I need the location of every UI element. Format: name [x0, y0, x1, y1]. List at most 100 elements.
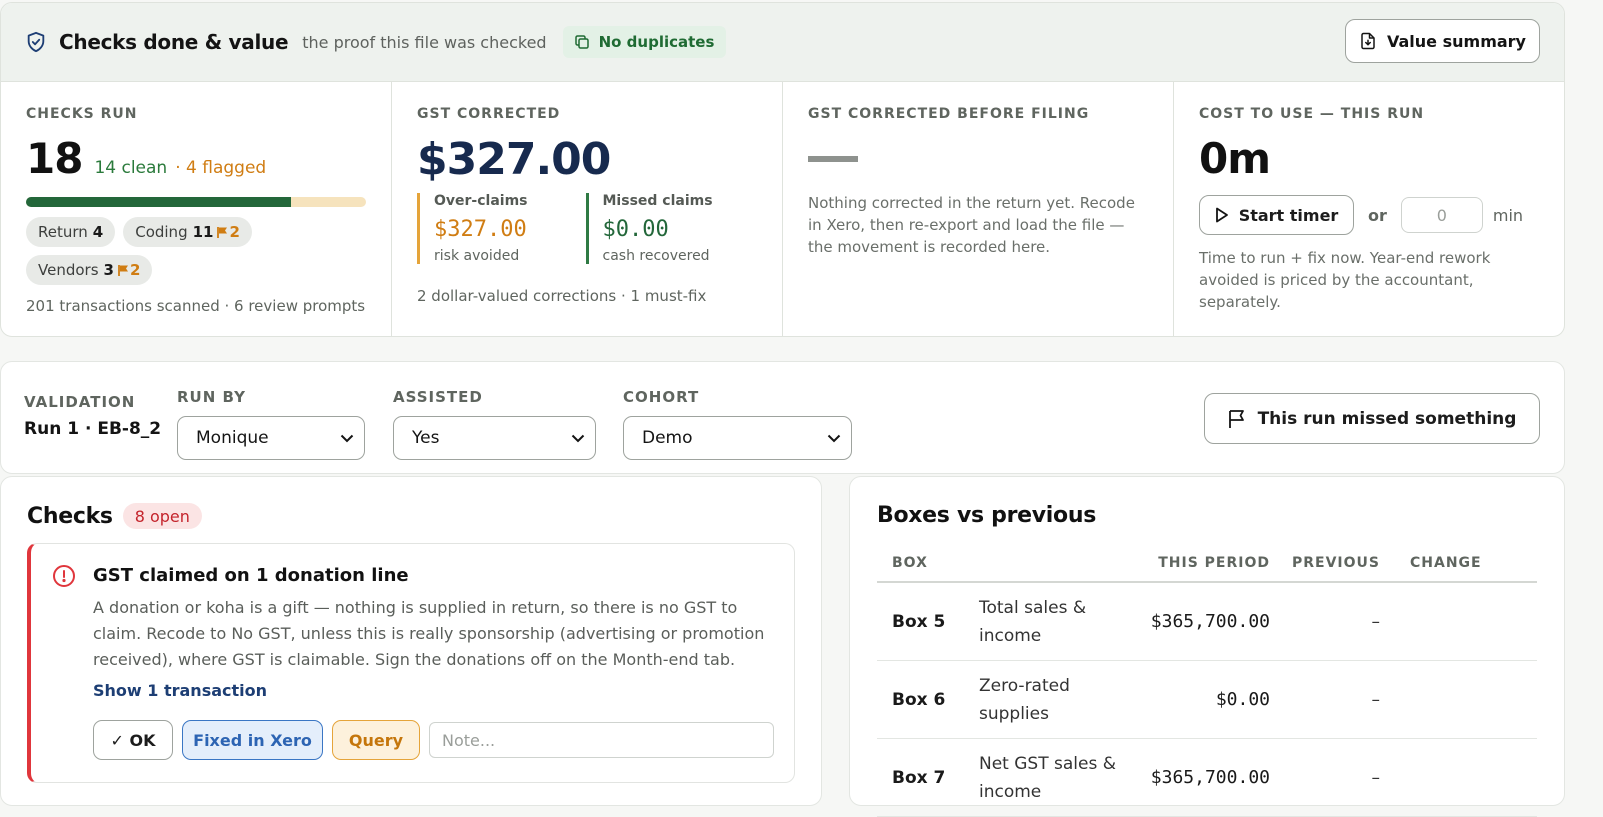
assisted-value: Yes	[412, 428, 440, 448]
over-claims-desc: risk avoided	[434, 248, 520, 264]
stats-row: CHECKS RUN 18 14 clean · 4 flagged Retur…	[1, 82, 1564, 336]
flagged-count: · 4 flagged	[175, 158, 267, 178]
show-transaction-link[interactable]: Show 1 transaction	[93, 681, 267, 700]
checks-card: Checks 8 open GST claimed on 1 donation …	[0, 476, 822, 806]
table-row: Box 6 Zero-rated supplies $0.00 –	[877, 661, 1537, 739]
checks-run-footer: 201 transactions scanned · 6 review prom…	[26, 297, 366, 315]
over-claims-title: Over-claims	[434, 193, 528, 209]
checks-run-label: CHECKS RUN	[26, 106, 138, 122]
flag-outline-icon	[1228, 409, 1244, 428]
header-change: CHANGE	[1410, 555, 1482, 571]
missed-claims-desc: cash recovered	[602, 248, 710, 264]
empty-value-dash	[808, 156, 858, 162]
assisted-select[interactable]: Yes	[393, 416, 596, 460]
checks-progress-bar	[26, 197, 366, 207]
checks-value-card: Checks done & value the proof this file …	[0, 2, 1565, 337]
row-previous: –	[1371, 689, 1381, 710]
chevron-down-icon	[340, 434, 354, 442]
assisted-label: ASSISTED	[393, 388, 483, 406]
pill-count: 4	[92, 223, 104, 241]
check-category-pills: Return 4 Coding 11 2 Vendors 3 2	[26, 217, 366, 285]
run-by-label: RUN BY	[177, 388, 246, 406]
table-row: Box 7 Net GST sales & income $365,700.00…	[877, 739, 1537, 817]
gst-corrected-stat: GST CORRECTED $327.00 Over-claims $327.0…	[392, 82, 783, 336]
cost-stat: COST TO USE — THIS RUN 0m Start timer or…	[1174, 82, 1564, 336]
cohort-label: COHORT	[623, 388, 700, 406]
pill-name: Return	[38, 223, 88, 241]
value-summary-button[interactable]: Value summary	[1345, 19, 1540, 63]
query-button[interactable]: Query	[332, 720, 420, 760]
fixed-in-xero-button[interactable]: Fixed in Xero	[182, 720, 323, 760]
checks-progress-fill	[26, 197, 292, 207]
row-box: Box 6	[892, 689, 946, 710]
file-download-icon	[1361, 32, 1375, 50]
missed-claims-stat: Missed claims $0.00 cash recovered	[585, 193, 758, 264]
validation-label: VALIDATION	[24, 393, 136, 411]
clean-count: 14 clean	[94, 158, 168, 178]
boxes-table: BOX THIS PERIOD PREVIOUS CHANGE Box 5 To…	[877, 545, 1537, 817]
flag-icon	[217, 226, 228, 238]
run-by-value: Monique	[196, 428, 269, 448]
pill-count: 11	[192, 223, 214, 241]
run-by-group: RUN BY Monique	[177, 388, 365, 460]
row-desc: Total sales & income	[979, 597, 1087, 646]
row-this-period: $0.00	[1215, 689, 1270, 710]
row-this-period: $365,700.00	[1150, 611, 1270, 632]
header-box: BOX	[892, 555, 928, 571]
validation-group: VALIDATION Run 1 · EB-8_2	[24, 393, 161, 439]
start-timer-button[interactable]: Start timer	[1199, 195, 1354, 235]
start-timer-label: Start timer	[1238, 205, 1339, 225]
pill-flag-number: 2	[229, 223, 240, 241]
pill-return[interactable]: Return 4	[26, 217, 116, 247]
alert-title: GST claimed on 1 donation line	[93, 565, 409, 586]
run-missed-label: This run missed something	[1257, 408, 1517, 429]
ok-button[interactable]: ✓ OK	[93, 720, 173, 760]
pill-count: 3	[103, 261, 114, 279]
page-title: Checks done & value	[59, 30, 289, 54]
checks-run-stat: CHECKS RUN 18 14 clean · 4 flagged Retur…	[1, 82, 392, 336]
chevron-down-icon	[827, 434, 841, 442]
gst-corrected-label: GST CORRECTED	[417, 106, 561, 122]
pill-flag-count: 2	[217, 223, 240, 241]
cohort-value: Demo	[642, 428, 693, 448]
cohort-select[interactable]: Demo	[623, 416, 852, 460]
assisted-group: ASSISTED Yes	[393, 388, 596, 460]
chevron-down-icon	[571, 434, 585, 442]
min-label: min	[1492, 205, 1524, 225]
validation-run: Run 1 · EB-8_2	[24, 419, 162, 439]
row-previous: –	[1371, 611, 1381, 632]
cost-note: Time to run + fix now. Year-end rework a…	[1199, 249, 1491, 311]
gst-before-filing-note: Nothing corrected in the return yet. Rec…	[808, 194, 1135, 256]
pill-coding[interactable]: Coding 11 2	[123, 217, 252, 247]
check-alert: GST claimed on 1 donation line A donatio…	[27, 543, 795, 783]
alert-circle-icon	[53, 565, 75, 587]
card-header: Checks done & value the proof this file …	[1, 3, 1564, 82]
gst-before-filing-stat: GST CORRECTED BEFORE FILING Nothing corr…	[783, 82, 1174, 336]
play-icon	[1215, 207, 1228, 223]
flag-icon	[118, 264, 128, 276]
note-input[interactable]: Note...	[429, 722, 774, 758]
run-by-select[interactable]: Monique	[177, 416, 365, 460]
row-desc: Net GST sales & income	[979, 753, 1116, 802]
gst-corrected-footer: 2 dollar-valued corrections · 1 must-fix	[417, 287, 707, 305]
or-label: or	[1368, 205, 1387, 225]
validation-bar: VALIDATION Run 1 · EB-8_2 RUN BY Monique…	[0, 361, 1565, 474]
cost-value: 0m	[1199, 134, 1271, 183]
row-box: Box 5	[892, 611, 946, 632]
minutes-input[interactable]: 0	[1400, 197, 1483, 233]
page-subtitle: the proof this file was checked	[302, 32, 547, 52]
table-row: Box 5 Total sales & income $365,700.00 –	[877, 583, 1537, 661]
header-previous: PREVIOUS	[1291, 555, 1380, 571]
no-duplicates-label: No duplicates	[598, 33, 715, 51]
over-claims-stat: Over-claims $327.00 risk avoided	[417, 193, 589, 264]
checks-run-count: 18	[26, 134, 83, 183]
cost-label: COST TO USE — THIS RUN	[1199, 106, 1425, 122]
alert-body: A donation or koha is a gift — nothing i…	[93, 598, 765, 669]
pill-vendors[interactable]: Vendors 3 2	[26, 255, 153, 285]
open-count-badge: 8 open	[122, 503, 202, 529]
header-this-period: THIS PERIOD	[1158, 555, 1270, 571]
pill-name: Coding	[135, 223, 188, 241]
table-header: BOX THIS PERIOD PREVIOUS CHANGE	[877, 545, 1537, 583]
boxes-title: Boxes vs previous	[877, 503, 1097, 528]
run-missed-something-button[interactable]: This run missed something	[1204, 393, 1540, 444]
